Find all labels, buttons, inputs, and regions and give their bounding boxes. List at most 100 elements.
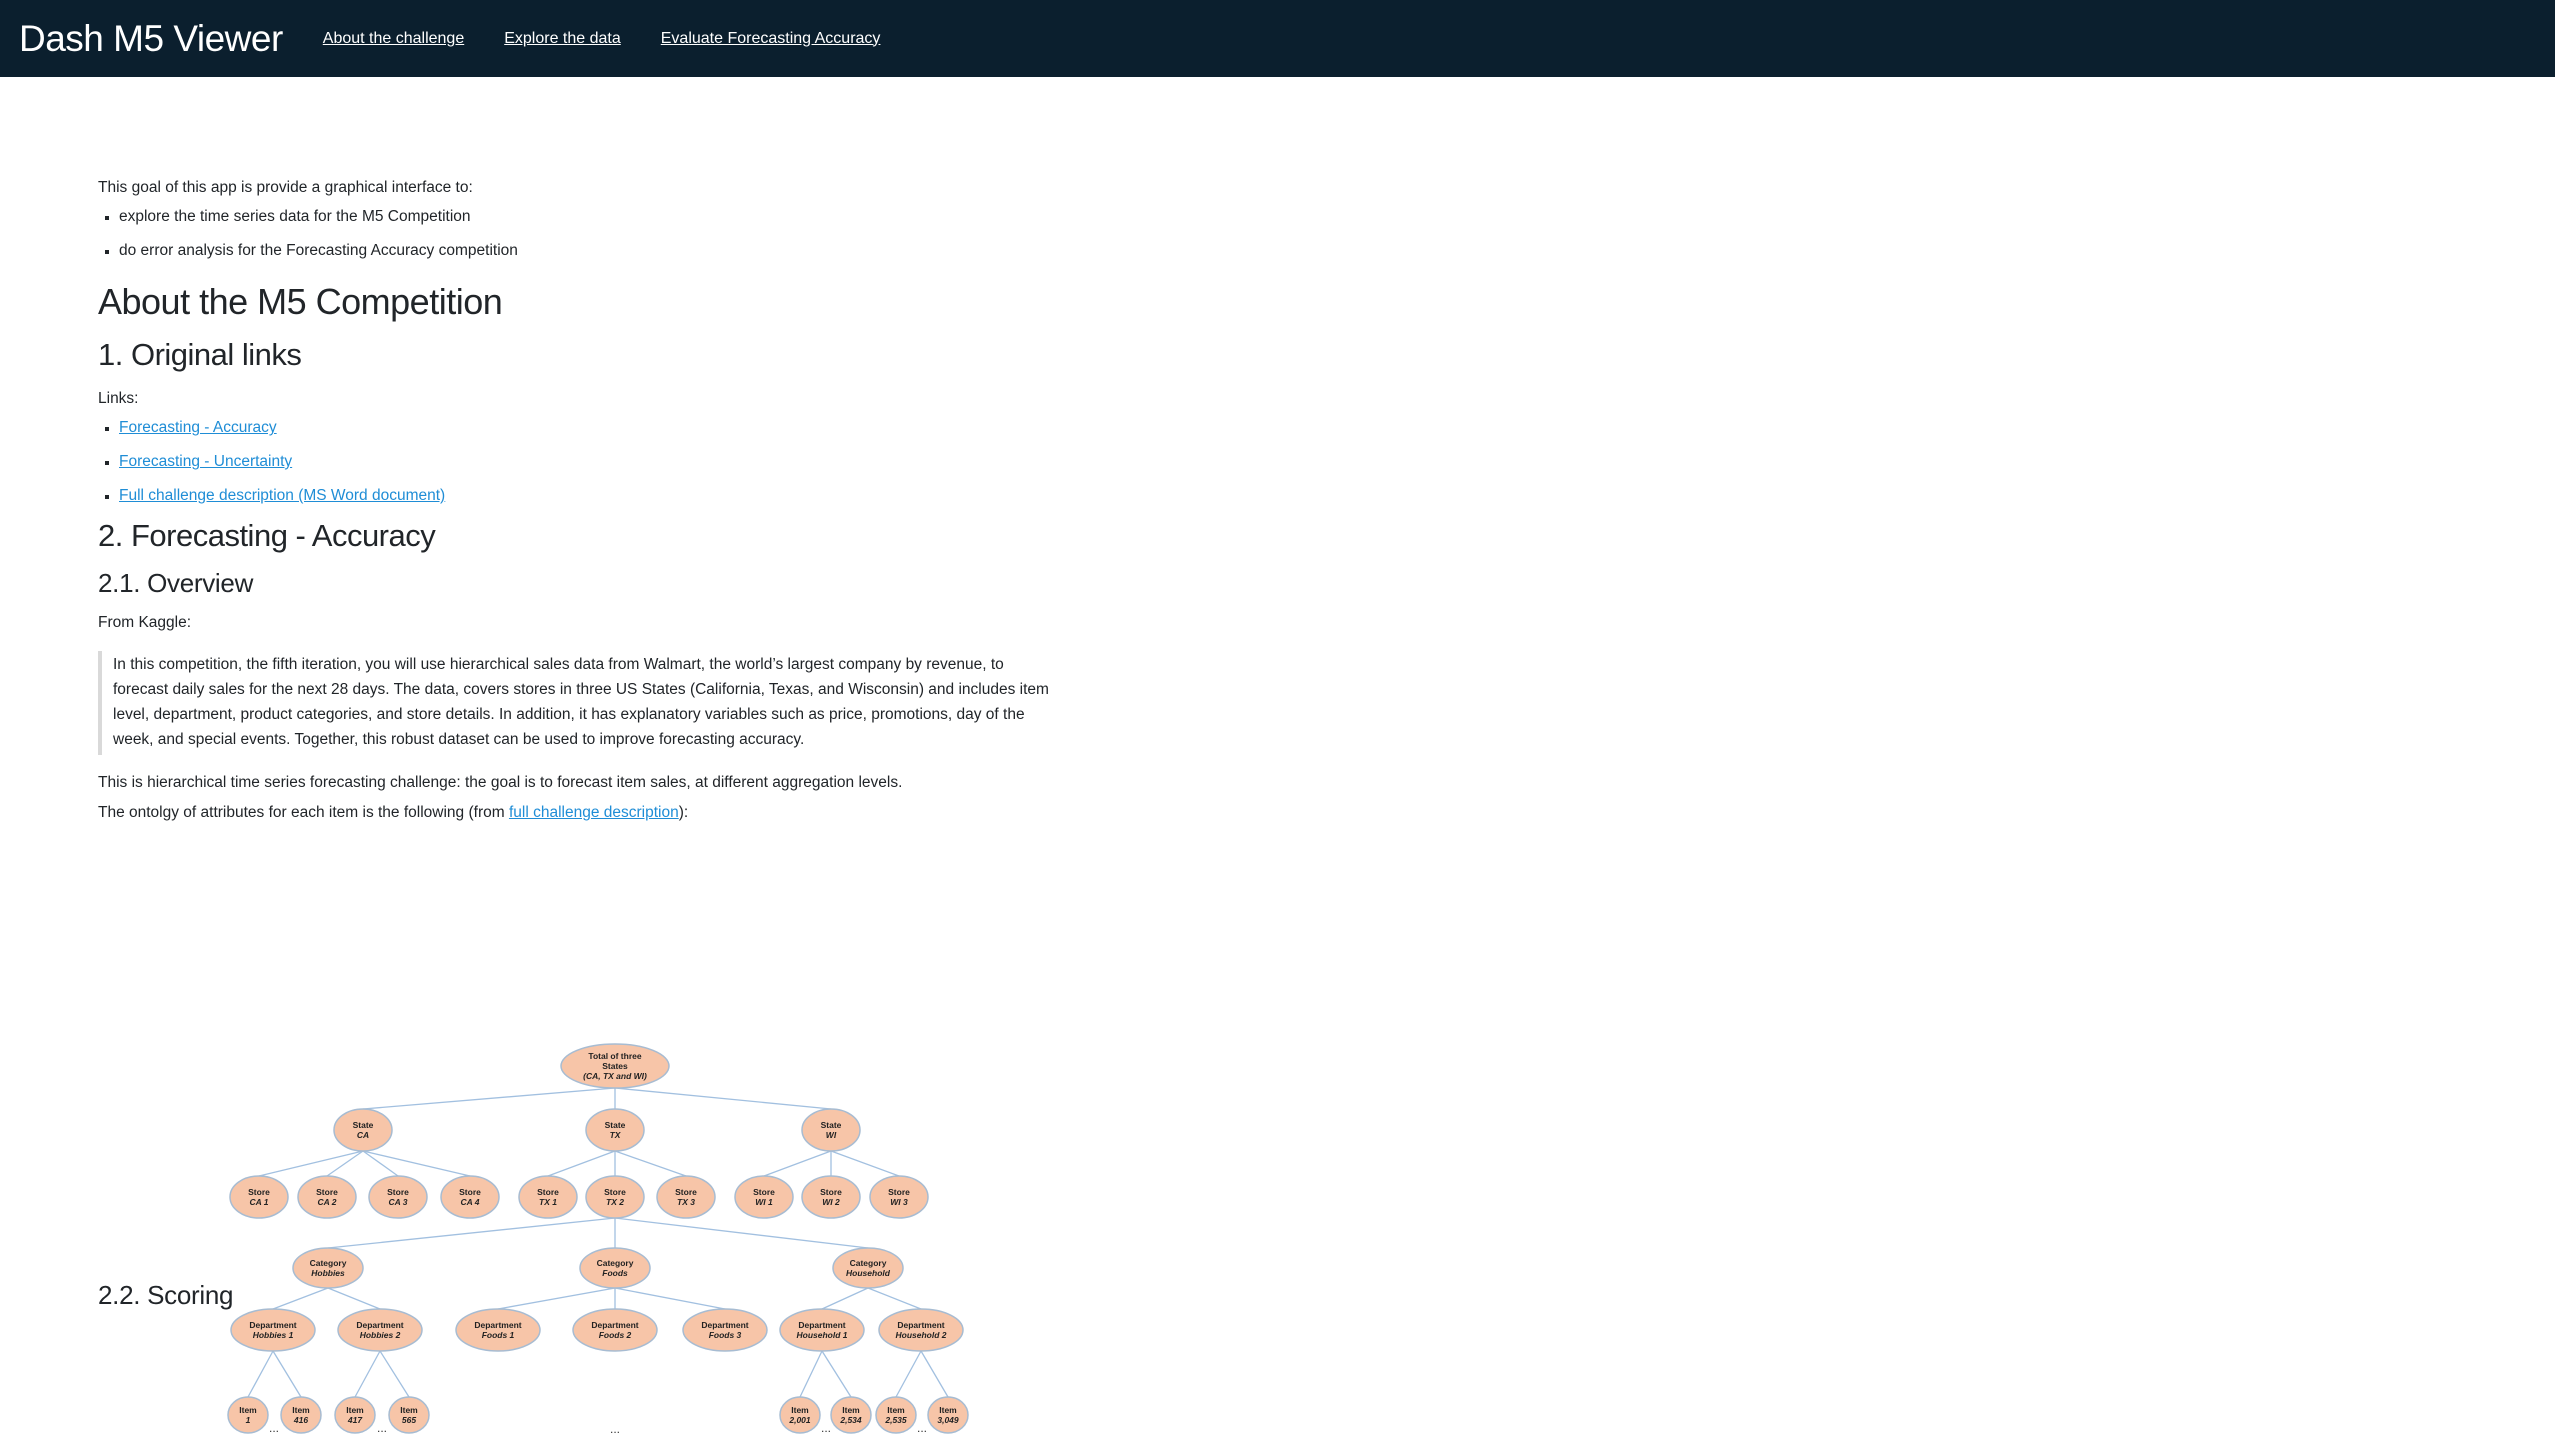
diagram-node-state: StateWI [801,1108,861,1152]
diagram-edge [547,1150,616,1177]
diagram-node-label: 1 [246,1415,251,1425]
diagram-node-label: Department [249,1320,296,1330]
diagram-node-store: StoreTX 2 [585,1175,645,1219]
diagram-node-store: StoreWI 1 [734,1175,794,1219]
diagram-node-label: Item [346,1405,364,1415]
diagram-node-label: State [605,1120,626,1130]
ontology-suffix: ): [678,804,689,822]
diagram-node-label: CA 4 [460,1197,479,1207]
diagram-node-label: TX 1 [539,1197,557,1207]
nav-link-about[interactable]: About the challenge [323,30,464,48]
link-forecasting-accuracy[interactable]: Forecasting - Accuracy [119,419,277,436]
diagram-node-label: (CA, TX and WI) [583,1071,647,1081]
diagram-node-label: Hobbies 2 [360,1330,401,1340]
diagram-node-label: Department [474,1320,521,1330]
diagram-node-department: DepartmentHobbies 2 [337,1308,423,1352]
diagram-node-store: StoreCA 2 [297,1175,357,1219]
diagram-node-label: 2,535 [884,1415,907,1425]
intro-bullet-explore: explore the time series data for the M5 … [119,205,1058,230]
kaggle-quote: In this competition, the fifth iteration… [98,651,1058,755]
ontology-paragraph: The ontolgy of attributes for each item … [98,801,1058,826]
diagram-node-item: Item417 [334,1396,376,1434]
diagram-node-department: DepartmentHousehold 2 [878,1308,964,1352]
diagram-edge [920,1350,949,1398]
diagram-node-department: DepartmentHousehold 1 [779,1308,865,1352]
diagram-node-label: State [821,1120,842,1130]
diagram-node-label: Department [798,1320,845,1330]
section-heading-forecasting-accuracy: 2. Forecasting - Accuracy [98,517,436,553]
diagram-node-store: StoreCA 4 [440,1175,500,1219]
diagram-node-category: CategoryFoods [579,1247,651,1289]
hierarchy-paragraph: This is hierarchical time series forecas… [98,773,903,791]
diagram-node-label: Store [248,1187,270,1197]
diagram-node-department: DepartmentFoods 1 [455,1308,541,1352]
diagram-node-label: TX 3 [677,1197,695,1207]
diagram-node-label: Department [356,1320,403,1330]
diagram-node-item: Item416 [280,1396,322,1434]
diagram-node-item: Item2,535 [875,1396,917,1434]
subsection-heading-scoring: 2.2. Scoring [98,1280,234,1310]
diagram-node-label: Item [791,1405,809,1415]
diagram-edge [763,1150,832,1177]
diagram-node-label: Item [887,1405,905,1415]
diagram-edge [614,1087,832,1110]
original-links-list: Forecasting - Accuracy Forecasting - Unc… [98,416,1058,508]
diagram-node-label: CA 3 [388,1197,407,1207]
diagram-node-label: Foods 3 [709,1330,742,1340]
diagram-node-label: 417 [347,1415,363,1425]
main-content: This goal of this app is provide a graph… [98,176,1058,1436]
diagram-node-label: WI 1 [755,1197,773,1207]
diagram-node-label: Hobbies 1 [253,1330,294,1340]
diagram-edge [354,1350,381,1398]
diagram-node-store: StoreWI 3 [869,1175,929,1219]
diagram-node-category: CategoryHobbies [292,1247,364,1289]
diagram-node-store: StoreCA 3 [368,1175,428,1219]
diagram-node-label: Store [459,1187,481,1197]
diagram-node-label: States [602,1061,628,1071]
diagram-node-state: StateTX [585,1108,645,1152]
link-forecasting-uncertainty[interactable]: Forecasting - Uncertainty [119,453,292,470]
nav-link-evaluate[interactable]: Evaluate Forecasting Accuracy [661,30,881,48]
section-heading-original-links: 1. Original links [98,337,302,373]
diagram-node-store: StoreTX 1 [518,1175,578,1219]
diagram-node-item: Item1 [227,1396,269,1434]
app-brand[interactable]: Dash M5 Viewer [19,18,283,60]
diagram-node-label: Store [537,1187,559,1197]
diagram-node-label: Department [591,1320,638,1330]
diagram-node-root: Total of threeStates(CA, TX and WI) [560,1043,670,1089]
diagram-edge [821,1287,869,1310]
diagram-node-department: DepartmentHobbies 1 [230,1308,316,1352]
diagram-node-label: CA 2 [317,1197,336,1207]
diagram-edge [867,1287,922,1310]
diagram-node-department: DepartmentFoods 2 [572,1308,658,1352]
diagram-node-label: Item [292,1405,310,1415]
diagram-node-label: Household [846,1268,891,1278]
diagram-node-label: Foods [602,1268,628,1278]
diagram-ellipsis: ... [377,1421,387,1435]
diagram-node-label: Store [675,1187,697,1197]
diagram-node-label: Store [604,1187,626,1197]
diagram-edge [362,1150,471,1177]
diagram-edge [258,1150,364,1177]
diagram-node-label: Hobbies [311,1268,345,1278]
diagram-edge [327,1217,616,1249]
diagram-node-label: 3,049 [937,1415,959,1425]
diagram-node-state: StateCA [333,1108,393,1152]
diagram-node-label: CA 1 [249,1197,268,1207]
diagram-edge [614,1287,726,1310]
diagram-edge [830,1150,900,1177]
diagram-edge [614,1217,869,1249]
link-full-challenge-description-inline[interactable]: full challenge description [509,804,679,821]
from-kaggle-label: From Kaggle: [98,613,192,631]
link-full-challenge-description[interactable]: Full challenge description (MS Word docu… [119,487,445,504]
diagram-node-label: Foods 1 [482,1330,515,1340]
diagram-node-label: Category [597,1258,634,1268]
intro-bullet-error-analysis: do error analysis for the Forecasting Ac… [119,239,1058,264]
diagram-node-item: Item3,049 [927,1396,969,1434]
nav-link-explore[interactable]: Explore the data [504,30,621,48]
diagram-node-store: StoreWI 2 [801,1175,861,1219]
diagram-node-label: 2,534 [839,1415,862,1425]
diagram-node-label: Store [387,1187,409,1197]
diagram-node-label: Store [820,1187,842,1197]
diagram-node-label: TX 2 [606,1197,624,1207]
